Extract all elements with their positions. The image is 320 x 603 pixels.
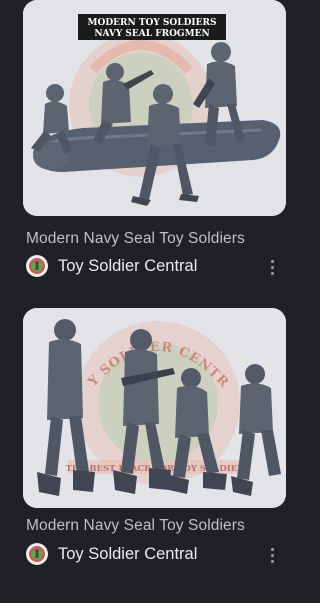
- image-banner-line2: NAVY SEAL FROGMEN: [94, 29, 209, 39]
- more-vert-icon[interactable]: [263, 256, 281, 278]
- result-source-name: Toy Soldier Central: [58, 544, 198, 563]
- image-banner-line1: MODERN TOY SOLDIERS: [88, 18, 217, 28]
- result-source[interactable]: Toy Soldier Central: [26, 254, 197, 278]
- result-source[interactable]: Toy Soldier Central: [26, 542, 197, 566]
- toy-soldier-central-logo-icon: [26, 543, 48, 565]
- image-results-feed: MODERN TOY SOLDIERS NAVY SEAL FROGMEN Mo…: [0, 0, 300, 603]
- result-title[interactable]: Modern Navy Seal Toy Soldiers: [26, 230, 245, 248]
- result-thumbnail[interactable]: TOY SOLDIER CENTRAL THE BEST PLACE FOR T…: [23, 308, 286, 508]
- result-thumbnail[interactable]: MODERN TOY SOLDIERS NAVY SEAL FROGMEN: [23, 0, 286, 216]
- result-source-name: Toy Soldier Central: [58, 256, 198, 275]
- navy-seal-frogmen-image: TOY SOLDIER CENTRAL THE BEST PLACE FOR T…: [23, 308, 286, 508]
- result-title[interactable]: Modern Navy Seal Toy Soldiers: [26, 517, 245, 535]
- navy-seal-boat-image: MODERN TOY SOLDIERS NAVY SEAL FROGMEN: [23, 0, 286, 216]
- more-vert-icon[interactable]: [263, 544, 281, 566]
- toy-soldier-central-logo-icon: [26, 255, 48, 277]
